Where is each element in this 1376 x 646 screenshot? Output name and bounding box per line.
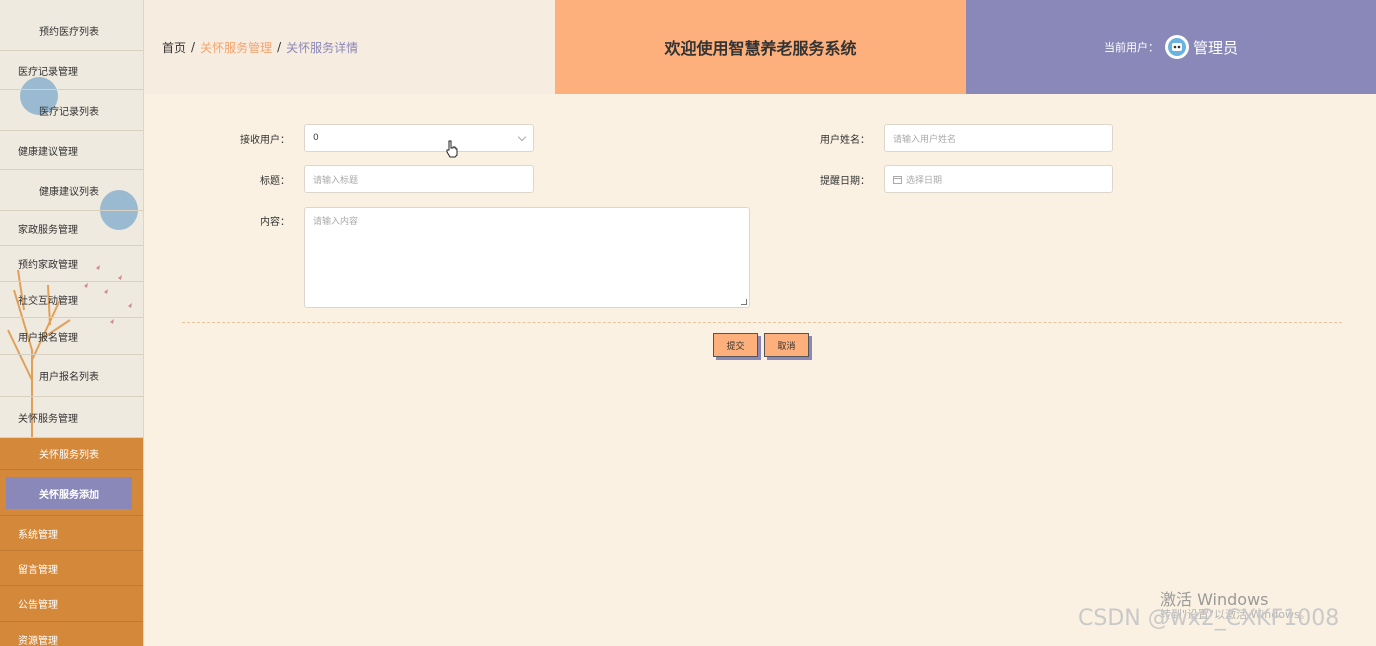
sidebar-item-system[interactable]: 系统管理	[0, 516, 143, 551]
sidebar-item-label: 关怀服务管理	[18, 413, 78, 425]
breadcrumb: 首页 / 关怀服务管理 / 关怀服务详情	[144, 0, 555, 94]
avatar-icon[interactable]	[1164, 35, 1189, 59]
sidebar-item-appointment-medical-list[interactable]: 预约医疗列表	[0, 10, 143, 51]
sidebar-item-label: 家政服务管理	[18, 224, 78, 236]
current-user-name[interactable]: 管理员	[1193, 37, 1238, 58]
chevron-down-icon	[517, 132, 527, 142]
sidebar-item-health-advice-list[interactable]: 健康建议列表	[0, 170, 143, 211]
sidebar-item-label: 关怀服务列表	[39, 450, 99, 461]
sidebar-item-housekeeping[interactable]: 家政服务管理	[0, 211, 143, 246]
receiver-label: 接收用户：	[240, 135, 290, 146]
sidebar-item-label: 社交互动管理	[18, 296, 78, 307]
calendar-icon	[893, 175, 902, 184]
remind-date-placeholder: 选择日期	[906, 175, 943, 186]
title-placeholder: 请输入标题	[313, 175, 359, 186]
content-label: 内容：	[260, 217, 290, 228]
cancel-button[interactable]: 取消	[764, 333, 809, 357]
sidebar-item-label: 系统管理	[18, 529, 58, 541]
sidebar-item-messages[interactable]: 留言管理	[0, 551, 143, 586]
username-input[interactable]: 请输入用户姓名	[884, 124, 1113, 152]
sidebar-item-health-advice[interactable]: 健康建议管理	[0, 131, 143, 170]
sidebar-item-announcements[interactable]: 公告管理	[0, 586, 143, 622]
sidebar-item-medical-records[interactable]: 医疗记录管理	[0, 51, 143, 90]
username-label: 用户姓名：	[820, 135, 870, 146]
title-label: 标题：	[260, 176, 290, 187]
breadcrumb-separator: /	[191, 40, 196, 54]
content-textarea[interactable]: 请输入内容	[304, 207, 750, 308]
sidebar-item-label: 健康建议管理	[18, 146, 78, 158]
sidebar-item-label: 关怀服务添加	[39, 489, 99, 501]
sidebar-item-medical-record-list[interactable]: 医疗记录列表	[0, 90, 143, 131]
sidebar-item-care-service-add[interactable]: 关怀服务添加	[6, 477, 132, 509]
user-info: 当前用户： 管理员	[966, 0, 1376, 94]
sidebar-item-label: 预约医疗列表	[39, 26, 99, 38]
sidebar-item-label: 医疗记录列表	[39, 106, 99, 118]
breadcrumb-section-link[interactable]: 关怀服务管理	[200, 39, 272, 56]
title-input[interactable]: 请输入标题	[304, 165, 534, 193]
sidebar-item-resources[interactable]: 资源管理	[0, 622, 143, 646]
sidebar-item-care-service-list[interactable]: 关怀服务列表	[0, 438, 143, 470]
header: 首页 / 关怀服务管理 / 关怀服务详情 欢迎使用智慧养老服务系统 当前用户： …	[144, 0, 1376, 94]
sidebar: 预约医疗列表 医疗记录管理 医疗记录列表 健康建议管理 健康建议列表 家政服务管…	[0, 0, 144, 646]
breadcrumb-home-link[interactable]: 首页	[162, 39, 186, 56]
content-placeholder: 请输入内容	[313, 217, 359, 227]
sidebar-item-label: 健康建议列表	[39, 186, 99, 198]
resize-handle-icon[interactable]	[741, 299, 747, 305]
submit-button[interactable]: 提交	[713, 333, 758, 357]
username-placeholder: 请输入用户姓名	[893, 134, 957, 145]
sidebar-item-registration[interactable]: 用户报名管理	[0, 318, 143, 355]
sidebar-item-social[interactable]: 社交互动管理	[0, 282, 143, 318]
sidebar-item-label: 用户报名管理	[18, 332, 78, 344]
csdn-watermark: CSDN @wx2_CXKF1008	[1078, 606, 1340, 631]
hand-cursor-icon	[446, 140, 458, 158]
sidebar-item-care-service[interactable]: 关怀服务管理	[0, 397, 143, 438]
remind-date-picker[interactable]: 选择日期	[884, 165, 1113, 193]
sidebar-item-label: 用户报名列表	[39, 372, 99, 383]
sidebar-item-label: 资源管理	[18, 636, 58, 646]
sidebar-item-label: 留言管理	[18, 564, 58, 576]
form-divider	[182, 322, 1342, 323]
current-user-label: 当前用户：	[1103, 41, 1159, 54]
sidebar-item-label: 公告管理	[18, 600, 58, 611]
page-title: 欢迎使用智慧养老服务系统	[555, 0, 966, 94]
sidebar-item-label: 医疗记录管理	[18, 66, 78, 78]
receiver-select[interactable]: 0	[304, 124, 534, 152]
remind-date-label: 提醒日期：	[820, 176, 870, 187]
receiver-value: 0	[313, 133, 319, 143]
sidebar-item-label: 预约家政管理	[18, 260, 78, 271]
sidebar-item-housekeeping-booking[interactable]: 预约家政管理	[0, 246, 143, 282]
breadcrumb-current: 关怀服务详情	[286, 40, 359, 55]
sidebar-item-registration-list[interactable]: 用户报名列表	[0, 355, 143, 397]
breadcrumb-separator: /	[277, 40, 282, 54]
